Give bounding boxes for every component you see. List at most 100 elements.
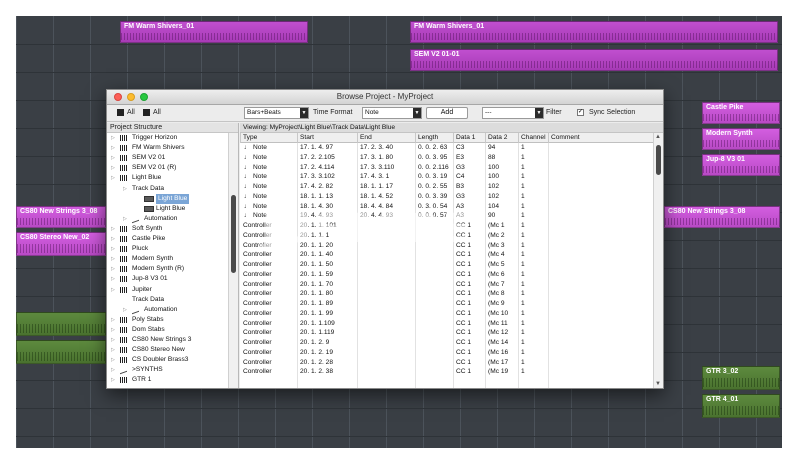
table-row[interactable]: ♩ Note 17. 3. 3.102 17. 4. 3. 1 0. 0. 3. 19 C… bbox=[240, 172, 653, 182]
expand-toggle-icon[interactable]: ▷ bbox=[111, 173, 115, 183]
cell-type[interactable]: Note bbox=[253, 163, 297, 173]
time-format-select[interactable]: Bars+Beats ▼ bbox=[244, 107, 309, 119]
cell-end[interactable] bbox=[360, 328, 415, 338]
cell-comment[interactable] bbox=[551, 202, 653, 212]
window-titlebar[interactable]: Browse Project - MyProject bbox=[107, 90, 663, 105]
cell-end[interactable] bbox=[360, 309, 415, 319]
cell-data2[interactable]: (Mc 19 bbox=[488, 367, 518, 377]
cell-channel[interactable]: 1 bbox=[521, 182, 548, 192]
cell-data1[interactable]: E3 bbox=[456, 153, 485, 163]
cell-channel[interactable]: 1 bbox=[521, 328, 548, 338]
expand-toggle-icon[interactable]: ▷ bbox=[111, 355, 115, 365]
tree-item[interactable]: ▷ Light Blue bbox=[107, 173, 228, 183]
cell-start[interactable]: 17. 4. 2. 82 bbox=[300, 182, 357, 192]
cell-data1[interactable]: C4 bbox=[456, 172, 485, 182]
cell-comment[interactable] bbox=[551, 348, 653, 358]
all-checkbox-1[interactable] bbox=[117, 109, 124, 116]
cell-data2[interactable]: (Mc 3 bbox=[488, 241, 518, 251]
tree-item[interactable]: ▷ >SYNTHS bbox=[107, 365, 228, 375]
clip-cs80-strings-left[interactable]: CS80 New Strings 3_08 bbox=[16, 206, 106, 228]
cell-comment[interactable] bbox=[551, 211, 653, 221]
cell-end[interactable] bbox=[360, 367, 415, 377]
cell-end[interactable]: 17. 2. 3. 40 bbox=[360, 143, 415, 153]
cell-channel[interactable]: 1 bbox=[521, 250, 548, 260]
cell-length[interactable]: 0. 0. 2. 63 bbox=[418, 143, 453, 153]
tree-item[interactable]: ▷ Modern Synth (R) bbox=[107, 264, 228, 274]
cell-data1[interactable]: CC 1 bbox=[456, 367, 485, 377]
cell-start[interactable]: 18. 1. 1. 13 bbox=[300, 192, 357, 202]
cell-channel[interactable]: 1 bbox=[521, 260, 548, 270]
cell-comment[interactable] bbox=[551, 260, 653, 270]
cell-start[interactable]: 20. 1. 1.119 bbox=[300, 328, 357, 338]
clip-gtr-4[interactable]: GTR 4_01 bbox=[702, 394, 780, 418]
column-header-end[interactable]: End bbox=[357, 133, 415, 143]
cell-data2[interactable]: (Mc 2 bbox=[488, 231, 518, 241]
tree-item[interactable]: ▷ Track Data bbox=[107, 184, 228, 194]
cell-type[interactable]: Controller bbox=[243, 309, 297, 319]
cell-channel[interactable]: 1 bbox=[521, 202, 548, 212]
cell-data1[interactable]: CC 1 bbox=[456, 328, 485, 338]
expand-toggle-icon[interactable]: ▷ bbox=[111, 234, 115, 244]
cell-channel[interactable]: 1 bbox=[521, 299, 548, 309]
clip-modern-synth[interactable]: Modern Synth bbox=[702, 128, 780, 150]
event-type-select[interactable]: Note ▼ bbox=[362, 107, 422, 119]
cell-data2[interactable]: 102 bbox=[488, 182, 518, 192]
cell-length[interactable]: 0. 0. 2.116 bbox=[418, 163, 453, 173]
cell-comment[interactable] bbox=[551, 153, 653, 163]
table-row[interactable]: Controller 20. 1. 1. 50 CC 1 (Mc 51 bbox=[240, 260, 653, 270]
cell-start[interactable]: 20. 1. 1. 89 bbox=[300, 299, 357, 309]
tree-item[interactable]: Light Blue bbox=[107, 193, 228, 204]
cell-channel[interactable]: 1 bbox=[521, 309, 548, 319]
table-row[interactable]: Controller 20. 1. 1. 70 CC 1 (Mc 71 bbox=[240, 280, 653, 290]
column-header-data2[interactable]: Data 2 bbox=[485, 133, 518, 143]
expand-toggle-icon[interactable]: ▷ bbox=[111, 163, 115, 173]
cell-length[interactable]: 0. 0. 2. 55 bbox=[418, 182, 453, 192]
cell-channel[interactable]: 1 bbox=[521, 280, 548, 290]
expand-toggle-icon[interactable]: ▷ bbox=[111, 153, 115, 163]
cell-type[interactable]: Controller bbox=[243, 367, 297, 377]
cell-channel[interactable]: 1 bbox=[521, 241, 548, 251]
cell-start[interactable]: 20. 1. 1. 50 bbox=[300, 260, 357, 270]
cell-length[interactable] bbox=[418, 299, 453, 309]
cell-length[interactable] bbox=[418, 367, 453, 377]
cell-start[interactable]: 20. 1. 1. 80 bbox=[300, 289, 357, 299]
tree-item[interactable]: ▷ Dom Stabs bbox=[107, 325, 228, 335]
cell-start[interactable]: 17. 1. 4. 97 bbox=[300, 143, 357, 153]
cell-channel[interactable]: 1 bbox=[521, 270, 548, 280]
tree-item[interactable]: ▷ Poly Stabs bbox=[107, 315, 228, 325]
cell-data2[interactable]: (Mc 11 bbox=[488, 319, 518, 329]
cell-end[interactable]: 17. 3. 3.110 bbox=[360, 163, 415, 173]
table-row[interactable]: Controller 20. 1. 1. 89 CC 1 (Mc 91 bbox=[240, 299, 653, 309]
cell-comment[interactable] bbox=[551, 163, 653, 173]
expand-toggle-icon[interactable]: ▷ bbox=[123, 214, 127, 224]
cell-start[interactable]: 20. 1. 1. 70 bbox=[300, 280, 357, 290]
cell-comment[interactable] bbox=[551, 182, 653, 192]
tree-item[interactable]: ▷ CS80 Stereo New bbox=[107, 345, 228, 355]
cell-data2[interactable]: (Mc 10 bbox=[488, 309, 518, 319]
clip-green-2[interactable] bbox=[16, 340, 106, 364]
cell-comment[interactable] bbox=[551, 270, 653, 280]
cell-length[interactable]: 0. 0. 3. 19 bbox=[418, 172, 453, 182]
cell-data1[interactable]: CC 1 bbox=[456, 289, 485, 299]
cell-data1[interactable]: CC 1 bbox=[456, 270, 485, 280]
sync-selection-checkbox[interactable]: ✓ bbox=[577, 109, 584, 116]
cell-data2[interactable]: 94 bbox=[488, 143, 518, 153]
cell-channel[interactable]: 1 bbox=[521, 221, 548, 231]
cell-end[interactable] bbox=[360, 338, 415, 348]
event-table-scrollbar[interactable]: ▲ ▼ bbox=[653, 133, 663, 388]
cell-data2[interactable]: 102 bbox=[488, 192, 518, 202]
cell-channel[interactable]: 1 bbox=[521, 367, 548, 377]
cell-data2[interactable]: 90 bbox=[488, 211, 518, 221]
all-checkbox-2[interactable] bbox=[143, 109, 150, 116]
cell-start[interactable]: 20. 1. 2. 9 bbox=[300, 338, 357, 348]
cell-end[interactable]: 18. 1. 1. 17 bbox=[360, 182, 415, 192]
cell-start[interactable]: 20. 1. 2. 28 bbox=[300, 358, 357, 368]
cell-comment[interactable] bbox=[551, 250, 653, 260]
table-row[interactable]: ♩ Note 17. 1. 4. 97 17. 2. 3. 40 0. 0. 2. 63… bbox=[240, 143, 653, 153]
cell-data2[interactable]: 100 bbox=[488, 163, 518, 173]
cell-channel[interactable]: 1 bbox=[521, 172, 548, 182]
table-row[interactable]: Controller 20. 1. 1. 80 CC 1 (Mc 81 bbox=[240, 289, 653, 299]
clip-jup-8[interactable]: Jup-8 V3 01 bbox=[702, 154, 780, 176]
cell-channel[interactable]: 1 bbox=[521, 153, 548, 163]
cell-comment[interactable] bbox=[551, 309, 653, 319]
